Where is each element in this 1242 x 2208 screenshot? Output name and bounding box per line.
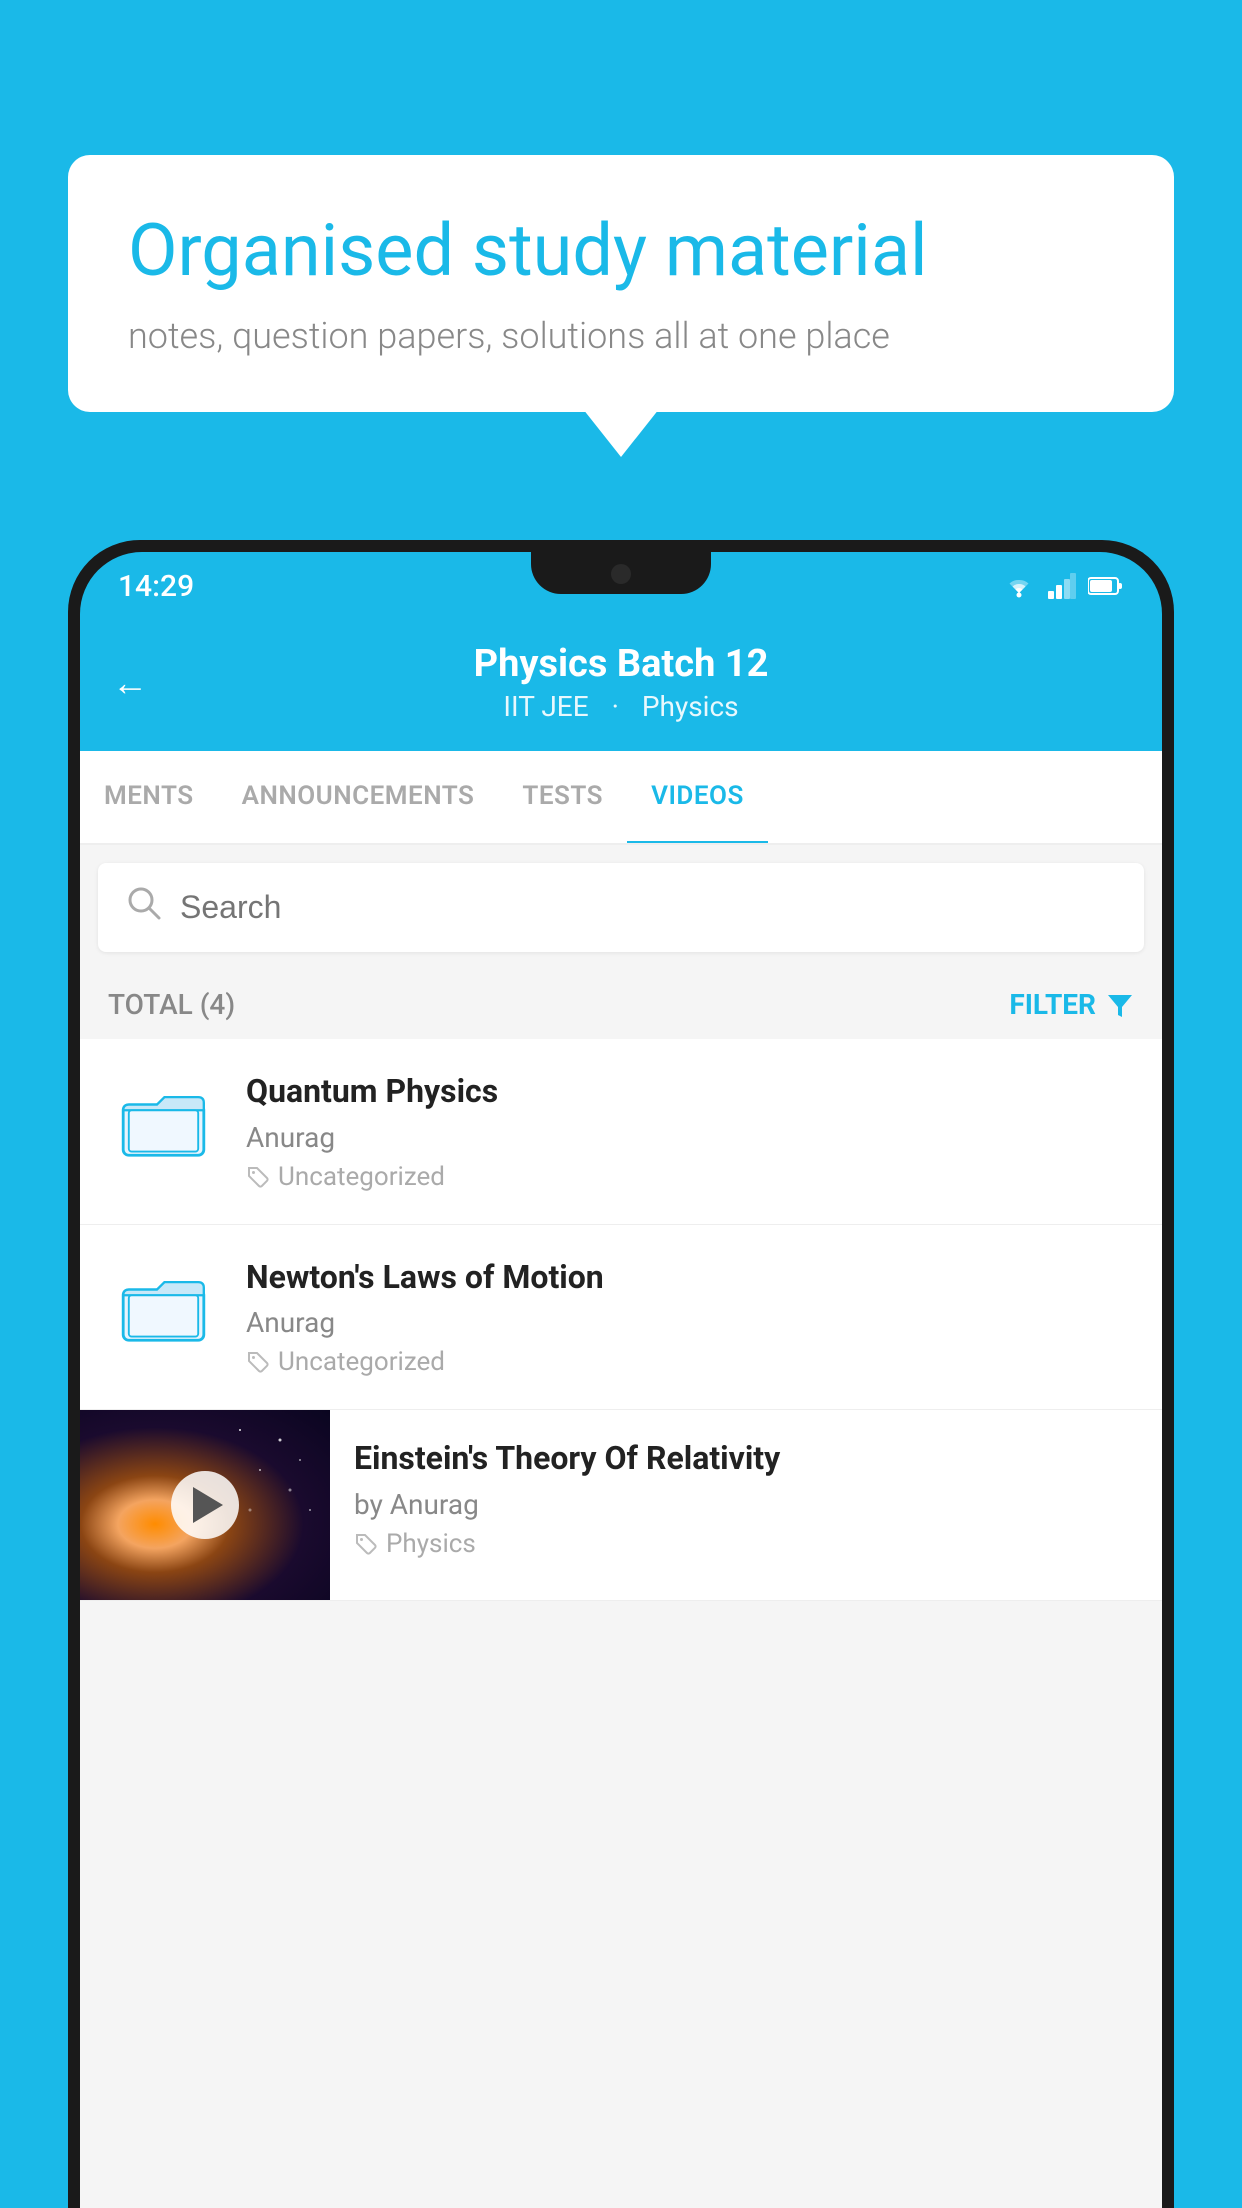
back-button[interactable]: ←	[112, 662, 148, 704]
tabs-bar: MENTS ANNOUNCEMENTS TESTS VIDEOS	[80, 751, 1162, 845]
video-thumb-newton	[108, 1257, 218, 1357]
status-time: 14:29	[118, 569, 194, 604]
search-icon	[126, 885, 162, 930]
filter-funnel-icon	[1106, 991, 1134, 1019]
status-icons	[1002, 573, 1124, 599]
tag-icon	[246, 1350, 270, 1374]
list-item[interactable]: Quantum Physics Anurag Uncategorized	[80, 1039, 1162, 1225]
folder-icon	[121, 1084, 206, 1159]
video-author: Anurag	[246, 1121, 1134, 1154]
content-area: TOTAL (4) FILTER	[80, 845, 1162, 2208]
video-title: Newton's Laws of Motion	[246, 1257, 1134, 1299]
status-bar: 14:29	[80, 552, 1162, 620]
tab-tests[interactable]: TESTS	[498, 751, 627, 845]
tag-label: Physics	[386, 1529, 476, 1559]
tag-icon	[246, 1165, 270, 1189]
total-count: TOTAL (4)	[108, 988, 235, 1021]
search-bar	[98, 863, 1144, 952]
phone-inner: 14:29	[80, 552, 1162, 2208]
tag-icon	[354, 1532, 378, 1556]
signal-icon	[1048, 573, 1076, 599]
speech-bubble: Organised study material notes, question…	[68, 155, 1174, 412]
folder-icon	[121, 1269, 206, 1344]
batch-subtitle-left: IIT JEE	[503, 690, 588, 723]
video-thumb-quantum	[108, 1071, 218, 1171]
batch-subtitle: IIT JEE · Physics	[474, 690, 769, 723]
video-list: Quantum Physics Anurag Uncategorized	[80, 1039, 1162, 1601]
batch-subtitle-right: Physics	[642, 690, 739, 723]
filter-bar: TOTAL (4) FILTER	[80, 970, 1162, 1039]
list-item[interactable]: Einstein's Theory Of Relativity by Anura…	[80, 1410, 1162, 1601]
tab-videos[interactable]: VIDEOS	[627, 751, 768, 845]
video-tag: Physics	[354, 1529, 1138, 1559]
camera	[611, 564, 631, 584]
video-info-einstein: Einstein's Theory Of Relativity by Anura…	[330, 1410, 1162, 1587]
play-triangle-icon	[193, 1487, 223, 1523]
phone-frame: 14:29	[68, 540, 1174, 2208]
list-item[interactable]: Newton's Laws of Motion Anurag Uncategor…	[80, 1225, 1162, 1411]
video-tag: Uncategorized	[246, 1162, 1134, 1192]
batch-title: Physics Batch 12	[474, 642, 769, 686]
search-input[interactable]	[180, 889, 1116, 926]
video-author: Anurag	[246, 1306, 1134, 1339]
batch-title-block: Physics Batch 12 IIT JEE · Physics	[474, 642, 769, 723]
tag-label: Uncategorized	[278, 1162, 445, 1192]
video-thumbnail-einstein	[80, 1410, 330, 1600]
video-info-newton: Newton's Laws of Motion Anurag Uncategor…	[246, 1257, 1134, 1378]
video-author: by Anurag	[354, 1488, 1138, 1521]
speech-bubble-container: Organised study material notes, question…	[68, 155, 1174, 412]
speech-bubble-subtext: notes, question papers, solutions all at…	[128, 315, 1114, 357]
tag-label: Uncategorized	[278, 1347, 445, 1377]
video-info-quantum: Quantum Physics Anurag Uncategorized	[246, 1071, 1134, 1192]
tab-ments[interactable]: MENTS	[80, 751, 218, 845]
app-header: ← Physics Batch 12 IIT JEE · Physics	[80, 620, 1162, 751]
tab-announcements[interactable]: ANNOUNCEMENTS	[218, 751, 499, 845]
video-title: Einstein's Theory Of Relativity	[354, 1438, 1138, 1480]
play-button[interactable]	[171, 1471, 239, 1539]
phone-screen: ← Physics Batch 12 IIT JEE · Physics MEN…	[80, 620, 1162, 2208]
notch	[531, 552, 711, 594]
battery-icon	[1088, 575, 1124, 597]
speech-bubble-heading: Organised study material	[128, 210, 1114, 293]
wifi-icon	[1002, 573, 1036, 599]
video-tag: Uncategorized	[246, 1347, 1134, 1377]
filter-label: FILTER	[1009, 988, 1096, 1021]
video-title: Quantum Physics	[246, 1071, 1134, 1113]
filter-button[interactable]: FILTER	[1009, 988, 1134, 1021]
